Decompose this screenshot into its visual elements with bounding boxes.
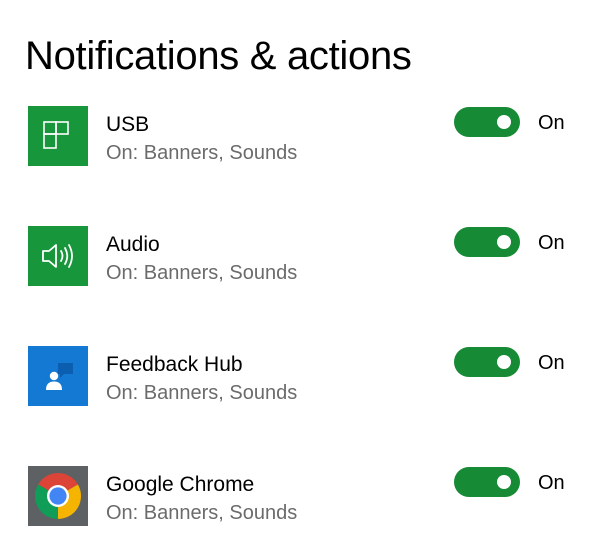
app-row-feedback-hub[interactable]: Feedback Hub On: Banners, Sounds On <box>0 346 598 408</box>
toggle-knob <box>497 235 511 249</box>
toggle-knob <box>497 115 511 129</box>
app-name: Google Chrome <box>106 473 255 496</box>
app-status: On: Banners, Sounds <box>106 502 298 524</box>
toggle-state-label: On <box>538 112 565 134</box>
chrome-icon <box>28 466 88 526</box>
app-status: On: Banners, Sounds <box>106 262 298 284</box>
toggle-state-label: On <box>538 472 565 494</box>
app-row-usb[interactable]: USB On: Banners, Sounds On <box>0 106 598 168</box>
page-title: Notifications & actions <box>25 34 412 78</box>
app-status: On: Banners, Sounds <box>106 142 298 164</box>
app-row-google-chrome[interactable]: Google Chrome On: Banners, Sounds On <box>0 466 598 528</box>
app-name: USB <box>106 113 150 136</box>
app-name: Audio <box>106 233 160 256</box>
toggle-knob <box>497 355 511 369</box>
app-row-audio[interactable]: Audio On: Banners, Sounds On <box>0 226 598 288</box>
app-name: Feedback Hub <box>106 353 243 376</box>
notifications-toggle-audio[interactable] <box>454 227 520 257</box>
usb-app-icon <box>28 106 88 166</box>
toggle-state-label: On <box>538 352 565 374</box>
notifications-toggle-google-chrome[interactable] <box>454 467 520 497</box>
notifications-toggle-feedback-hub[interactable] <box>454 347 520 377</box>
toggle-knob <box>497 475 511 489</box>
notifications-toggle-usb[interactable] <box>454 107 520 137</box>
feedback-hub-icon <box>28 346 88 406</box>
app-status: On: Banners, Sounds <box>106 382 298 404</box>
toggle-state-label: On <box>538 232 565 254</box>
speaker-icon <box>28 226 88 286</box>
